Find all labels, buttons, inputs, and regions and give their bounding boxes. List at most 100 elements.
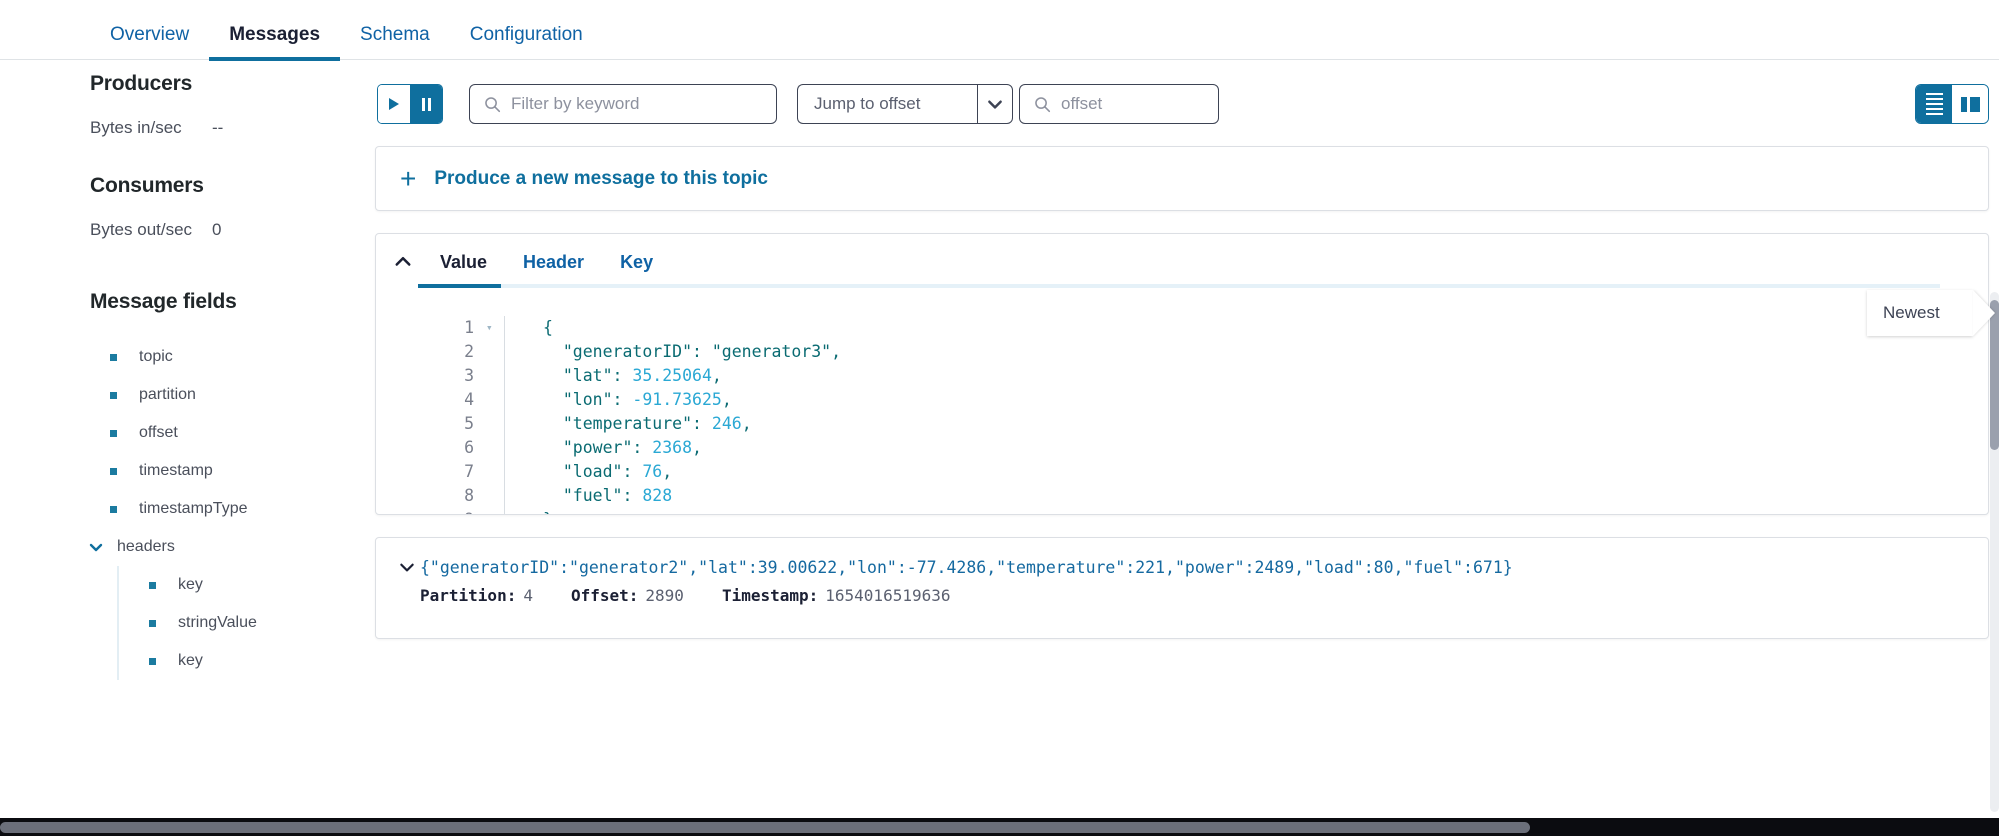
plus-icon: + xyxy=(400,162,417,194)
fold-arrow-icon[interactable]: ▾ xyxy=(486,316,504,340)
field-item-timestamptype[interactable]: timestampType xyxy=(110,490,355,528)
message-detail-tabs: Value Header Key xyxy=(376,234,1988,290)
bytes-out-metric: Bytes out/sec 0 xyxy=(90,220,355,240)
field-item-offset[interactable]: offset xyxy=(110,414,355,452)
field-label: timestampType xyxy=(139,500,248,517)
message-value-code: 1 ▾ { 2 "generatorID": "generator3", 3 "… xyxy=(376,290,1988,514)
bytes-out-value: 0 xyxy=(212,220,222,239)
field-label: key xyxy=(178,652,203,669)
split-view-icon xyxy=(1960,96,1980,112)
code-text: } xyxy=(504,508,553,514)
bytes-in-metric: Bytes in/sec -- xyxy=(90,118,355,138)
code-line: 2 "generatorID": "generator3", xyxy=(376,340,1988,364)
line-number: 1 xyxy=(464,318,474,337)
square-bullet-icon xyxy=(110,467,117,475)
horizontal-scrollbar-thumb[interactable] xyxy=(0,822,1530,833)
pause-button[interactable] xyxy=(410,85,442,123)
code-line: 3 "lat": 35.25064, xyxy=(376,364,1988,388)
chevron-down-icon[interactable] xyxy=(394,558,420,576)
bytes-in-label: Bytes in/sec xyxy=(90,118,182,137)
tab-key[interactable]: Key xyxy=(602,252,671,273)
produce-message-button[interactable]: + Produce a new message to this topic xyxy=(375,146,1989,211)
line-number: 7 xyxy=(464,462,474,481)
tab-value[interactable]: Value xyxy=(422,252,505,273)
line-number: 2 xyxy=(464,342,474,361)
code-text: "lon": -91.73625, xyxy=(504,388,732,412)
square-bullet-icon xyxy=(110,353,117,361)
message-row-meta: Partition: 4 Offset: 2890 Timestamp: 165401… xyxy=(394,586,1988,605)
field-label: topic xyxy=(139,348,173,365)
chevron-down-icon xyxy=(88,539,104,555)
produce-message-label: Produce a new message to this topic xyxy=(434,167,769,189)
tab-header[interactable]: Header xyxy=(505,252,602,273)
line-number: 9 xyxy=(376,508,486,514)
square-bullet-icon xyxy=(110,391,117,399)
list-view-button[interactable] xyxy=(1916,85,1952,123)
square-bullet-icon xyxy=(149,619,156,627)
square-bullet-icon xyxy=(149,657,156,665)
jump-to-offset-group[interactable]: Jump to offset xyxy=(797,84,1013,124)
code-text: "fuel": 828 xyxy=(504,484,672,508)
field-item-timestamp[interactable]: timestamp xyxy=(110,452,355,490)
headers-nested-list: key stringValue key xyxy=(117,566,355,680)
field-label: offset xyxy=(139,424,178,441)
view-mode-toggle[interactable] xyxy=(1915,84,1989,124)
code-text: "load": 76, xyxy=(504,460,672,484)
tab-configuration[interactable]: Configuration xyxy=(450,25,603,60)
field-item-headers[interactable]: headers xyxy=(88,528,355,566)
field-label: key xyxy=(178,576,203,593)
line-number: 4 xyxy=(464,390,474,409)
offset-input[interactable] xyxy=(1061,94,1218,114)
search-icon xyxy=(485,96,501,112)
field-label: timestamp xyxy=(139,462,213,479)
message-json-preview: {"generatorID":"generator2","lat":39.006… xyxy=(420,558,1513,577)
nested-field-key-2[interactable]: key xyxy=(149,642,355,680)
bytes-in-value: -- xyxy=(212,118,224,137)
field-item-partition[interactable]: partition xyxy=(110,376,355,414)
timestamp-meta: Timestamp: 1654016519636 xyxy=(721,586,951,605)
code-line: 5 "temperature": 246, xyxy=(376,412,1988,436)
tab-messages[interactable]: Messages xyxy=(209,25,340,61)
chevron-up-icon[interactable] xyxy=(392,252,414,272)
search-icon xyxy=(1035,96,1051,112)
messages-toolbar: Jump to offset xyxy=(375,84,1999,124)
filter-field[interactable] xyxy=(469,84,777,124)
horizontal-scrollbar[interactable] xyxy=(0,818,1999,836)
jump-to-offset-select[interactable]: Jump to offset xyxy=(797,84,977,124)
message-list-row[interactable]: {"generatorID":"generator2","lat":39.006… xyxy=(375,537,1989,639)
bytes-out-label: Bytes out/sec xyxy=(90,220,193,239)
line-number: 3 xyxy=(464,366,474,385)
field-label: partition xyxy=(139,386,196,403)
code-line: 8 "fuel": 828 xyxy=(376,484,1988,508)
field-item-topic[interactable]: topic xyxy=(110,338,355,376)
list-view-icon xyxy=(1925,93,1943,115)
field-label: stringValue xyxy=(178,614,257,631)
square-bullet-icon xyxy=(110,505,117,513)
split-view-button[interactable] xyxy=(1952,85,1988,123)
tab-underline xyxy=(418,284,1940,288)
message-fields-heading: Message fields xyxy=(90,290,237,313)
message-row-header: {"generatorID":"generator2","lat":39.006… xyxy=(394,558,1988,577)
jump-to-offset-caret-button[interactable] xyxy=(977,84,1013,124)
play-button[interactable] xyxy=(378,85,410,123)
square-bullet-icon xyxy=(110,429,117,437)
filter-input[interactable] xyxy=(511,94,776,114)
messages-scrollbar[interactable] xyxy=(1990,292,1999,812)
play-pause-toggle[interactable] xyxy=(377,84,443,124)
message-detail-card: Value Header Key 1 ▾ { 2 "generatorID": … xyxy=(375,233,1989,515)
newest-badge: Newest xyxy=(1867,290,1973,336)
chevron-down-icon xyxy=(988,100,1002,109)
code-line: 4 "lon": -91.73625, xyxy=(376,388,1988,412)
nested-field-key[interactable]: key xyxy=(149,566,355,604)
message-fields-list: topic partition offset timestamp timesta… xyxy=(88,338,355,680)
tab-schema[interactable]: Schema xyxy=(340,25,450,60)
partition-meta: Partition: 4 xyxy=(420,586,533,605)
top-tabbar: Overview Messages Schema Configuration xyxy=(0,0,1999,61)
square-bullet-icon xyxy=(149,581,156,589)
code-text: { xyxy=(504,316,553,340)
code-text: "lat": 35.25064, xyxy=(504,364,722,388)
nested-field-stringvalue[interactable]: stringValue xyxy=(149,604,355,642)
offset-field[interactable] xyxy=(1019,84,1219,124)
code-line: 1 ▾ { xyxy=(376,316,1988,340)
tab-overview[interactable]: Overview xyxy=(90,25,209,60)
